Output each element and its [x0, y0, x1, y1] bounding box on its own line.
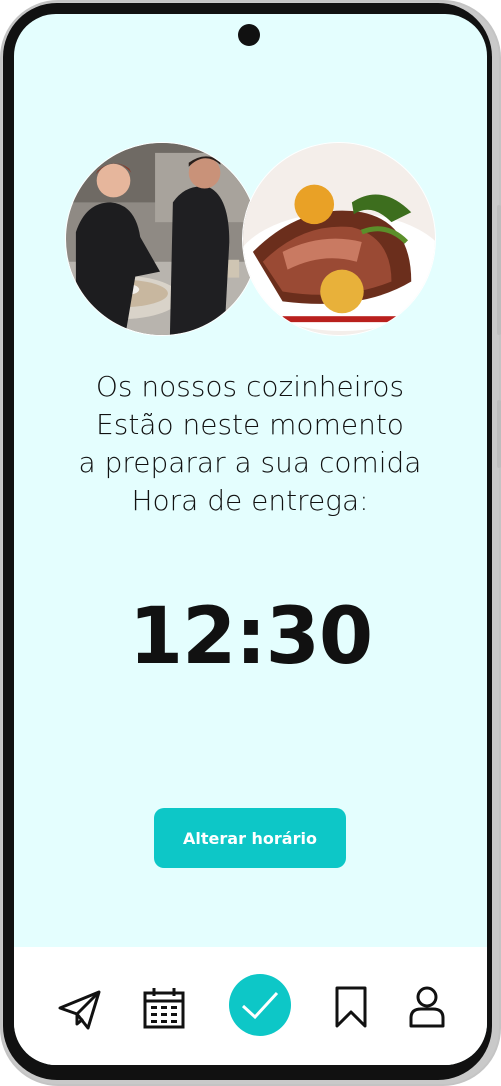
power-button: [497, 400, 501, 468]
screen: [14, 14, 487, 1065]
bookmark-icon: [335, 986, 367, 1028]
nav-bookmark[interactable]: [335, 986, 367, 1028]
message-line-4: Hora de entrega:: [131, 484, 369, 517]
delivery-time: 12:30: [128, 592, 373, 682]
user-icon: [409, 986, 445, 1028]
nav-confirm[interactable]: [229, 974, 291, 1036]
message-line-3: a preparar a sua comida: [78, 446, 422, 479]
message-line-1: Os nossos cozinheiros: [95, 370, 405, 403]
nav-send[interactable]: [58, 990, 102, 1030]
checkmark-icon: [241, 991, 279, 1020]
nav-calendar[interactable]: [143, 987, 185, 1029]
message-line-2: Estão neste momento: [96, 408, 404, 441]
volume-button: [497, 205, 501, 335]
chefs-cooking-photo: [65, 142, 259, 336]
plated-dish-photo: [242, 142, 436, 336]
paper-plane-icon: [58, 990, 101, 1030]
status-message: Os nossos cozinheiros Estão neste moment…: [60, 368, 440, 520]
nav-profile[interactable]: [409, 986, 445, 1028]
change-time-button[interactable]: Alterar horário: [154, 808, 346, 868]
front-camera: [238, 24, 260, 46]
calendar-icon: [143, 988, 185, 1029]
